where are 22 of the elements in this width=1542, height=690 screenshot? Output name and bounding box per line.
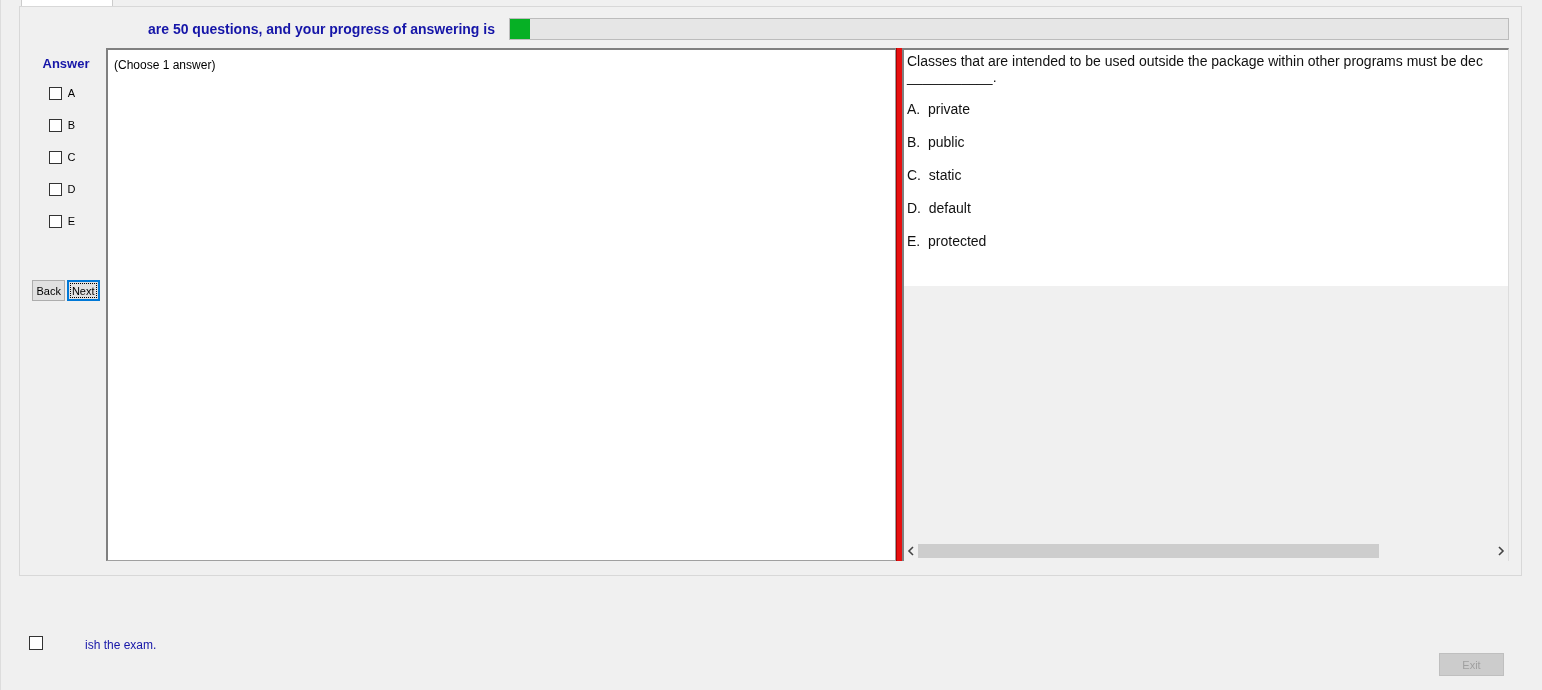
choice-text: B. public	[907, 134, 966, 152]
answer-blank: ___________.	[907, 69, 998, 87]
answer-checkbox[interactable]: C	[48, 141, 76, 173]
scroll-left-icon[interactable]	[907, 546, 915, 556]
question-text: Classes that are intended to be used outside the package within other programs must be dec	[907, 53, 1484, 69]
progress-caption: are 50 questions, and your progress of answering is	[148, 21, 495, 37]
answer-checkbox[interactable]: A	[48, 77, 76, 109]
choice-text: E. protected	[907, 233, 988, 251]
answer-checkbox[interactable]: E	[48, 205, 76, 237]
instruction-text: (Choose 1 answer)	[114, 58, 216, 72]
answer-heading: Answer	[42, 56, 90, 71]
finish-label: ish the exam.	[85, 638, 157, 652]
choice-text: C. static	[907, 167, 963, 185]
next-button[interactable]: Next	[66, 280, 100, 301]
choice-text: D. default	[907, 200, 972, 218]
answer-checkbox[interactable]: D	[48, 173, 76, 205]
back-button[interactable]: Back	[32, 280, 65, 301]
scrollbar-thumb[interactable]	[918, 544, 1379, 558]
scroll-right-icon[interactable]	[1497, 546, 1505, 556]
answer-checkbox[interactable]: B	[48, 109, 76, 141]
choice-text: A. private	[907, 101, 972, 119]
splitter-bar[interactable]	[896, 48, 902, 561]
